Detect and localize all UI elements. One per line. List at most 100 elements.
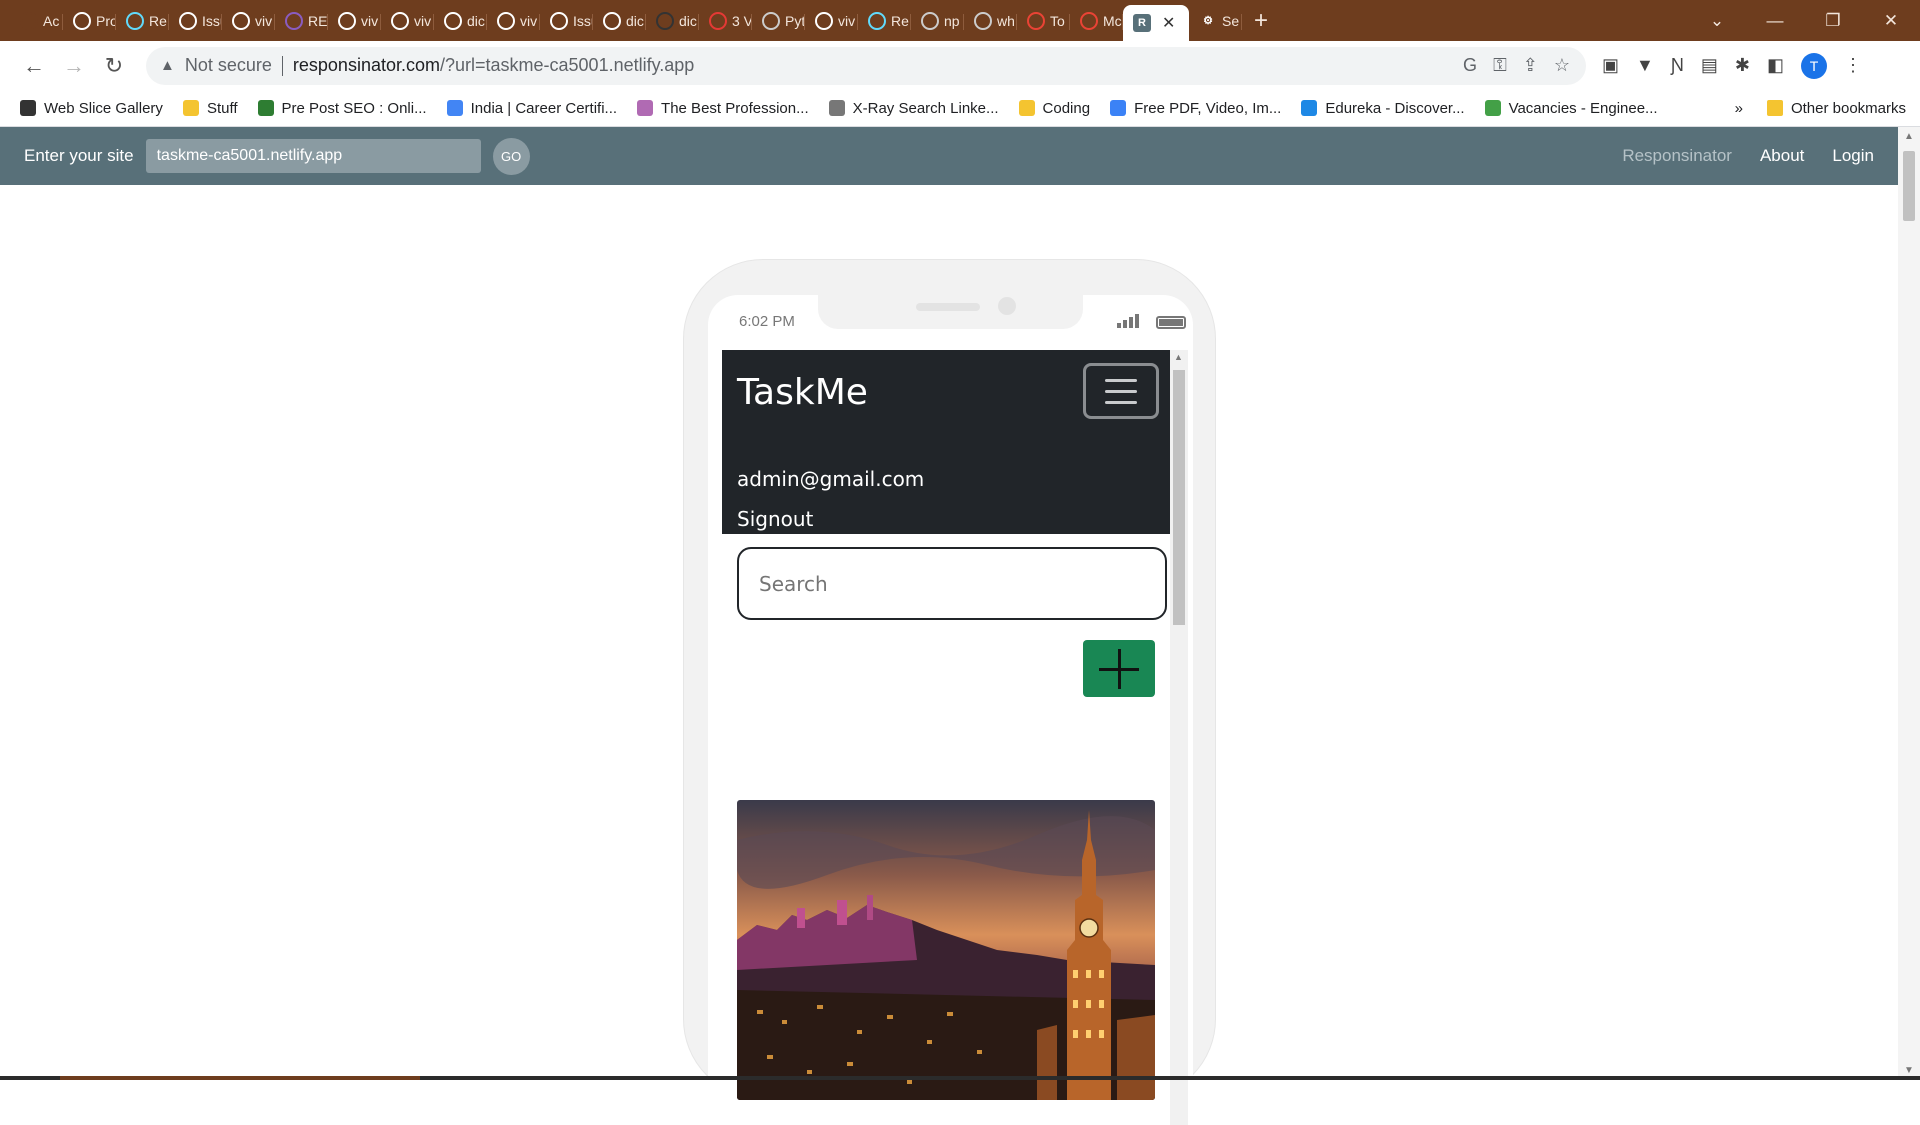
redux-icon	[285, 11, 303, 30]
more-bookmarks-icon[interactable]: »	[1735, 100, 1743, 117]
signout-link[interactable]: Signout	[737, 507, 813, 531]
bookmark-item[interactable]: Coding	[1018, 100, 1090, 117]
bookmark-item[interactable]: Web Slice Gallery	[20, 100, 163, 117]
go-button[interactable]: GO	[492, 137, 530, 175]
page-scrollbar[interactable]: ▲ ▼	[1898, 127, 1920, 1080]
tab-item[interactable]: To	[1017, 4, 1070, 38]
app-scrollbar[interactable]: ▲	[1170, 350, 1188, 1125]
site-input-label: Enter your site	[24, 146, 134, 165]
google-lens-icon[interactable]: G	[1463, 55, 1477, 76]
tab-item[interactable]: dic	[434, 4, 487, 38]
tab-item[interactable]: Ac	[10, 4, 63, 38]
bookmark-label: Stuff	[206, 99, 238, 117]
extension-n-icon[interactable]: Ɲ	[1671, 55, 1684, 76]
tab-item[interactable]: viv	[487, 4, 540, 38]
scroll-down-icon[interactable]: ▼	[1904, 1065, 1914, 1076]
warning-icon[interactable]: ▲	[160, 57, 175, 74]
window-controls: ⌄ — ❐ ✕	[1688, 0, 1920, 41]
new-tab-button[interactable]: +	[1254, 7, 1284, 35]
bookmark-label: India | Career Certifi...	[470, 99, 618, 117]
browser-tab-strip: Ac Pro Re Issu viv RE viv viv dic viv Issu dic dic 3 …	[0, 0, 1920, 41]
tab-label: RE	[308, 12, 328, 29]
status-time: 6:02 PM	[739, 313, 795, 330]
key-icon[interactable]: ⚿	[1493, 55, 1507, 76]
puzzle-icon[interactable]: ✱	[1735, 55, 1750, 76]
tab-active-responsinator[interactable]: R ✕	[1123, 5, 1189, 41]
restore-icon[interactable]: ❐	[1804, 11, 1862, 31]
close-tab-icon[interactable]: ✕	[1162, 13, 1175, 33]
profile-avatar[interactable]: T	[1800, 52, 1827, 79]
tab-item[interactable]: 3 V	[699, 4, 752, 38]
bookmarks-right: » Other bookmarks	[1735, 100, 1920, 117]
user-email[interactable]: admin@gmail.com	[737, 467, 924, 491]
menu-toggle-button[interactable]	[1083, 363, 1159, 419]
share-icon[interactable]: ⇪	[1523, 55, 1538, 76]
phone-status-bar: 6:02 PM	[708, 295, 1193, 350]
tab-item[interactable]: viv	[381, 4, 434, 38]
other-bookmarks[interactable]: Other bookmarks	[1766, 100, 1906, 117]
url-text[interactable]: responsinator.com/?url=taskme-ca5001.net…	[293, 55, 694, 76]
github-icon	[73, 11, 91, 30]
tab-item[interactable]: RE	[275, 4, 328, 38]
react-icon	[868, 11, 886, 30]
bookmark-item[interactable]: Stuff	[182, 99, 238, 117]
bookmark-item[interactable]: India | Career Certifi...	[446, 99, 618, 117]
nav-about[interactable]: About	[1760, 146, 1804, 166]
back-button[interactable]: ←	[14, 48, 54, 84]
tab-item[interactable]: dic	[593, 4, 646, 38]
tab-item[interactable]: viv	[805, 4, 858, 38]
tab-settings[interactable]: ⚙ Se	[1189, 4, 1242, 38]
tab-item[interactable]: np	[911, 4, 964, 38]
tab-item[interactable]: viv	[328, 4, 381, 38]
add-task-button[interactable]	[1083, 640, 1155, 697]
kebab-menu-icon[interactable]: ⋮	[1844, 55, 1862, 76]
page-scroll-thumb[interactable]	[1903, 151, 1915, 221]
extension-v-icon[interactable]: ▼	[1636, 55, 1654, 76]
bookmark-item[interactable]: Free PDF, Video, Im...	[1110, 100, 1281, 117]
nav-responsinator[interactable]: Responsinator	[1622, 146, 1732, 166]
forward-button[interactable]: →	[54, 48, 94, 84]
tab-label: Pyt	[785, 12, 805, 29]
github-icon	[656, 11, 674, 30]
tab-item[interactable]: wh	[964, 4, 1017, 38]
video-icon	[709, 11, 727, 30]
github-icon	[603, 11, 621, 30]
extension-r-icon[interactable]: ▣	[1602, 55, 1619, 76]
address-bar[interactable]: ▲ Not secure responsinator.com/?url=task…	[146, 46, 1586, 85]
tab-item[interactable]: Mc	[1070, 4, 1123, 38]
bookmark-star-icon[interactable]: ☆	[1554, 55, 1570, 76]
tab-item[interactable]: dic	[646, 4, 699, 38]
tab-item[interactable]: viv	[222, 4, 275, 38]
bookmark-favicon-icon	[257, 100, 274, 116]
security-label[interactable]: Not secure	[185, 55, 272, 76]
hamburger-icon	[1105, 378, 1137, 382]
extension-b-icon[interactable]: ▤	[1701, 55, 1718, 76]
bookmark-item[interactable]: Vacancies - Enginee...	[1484, 100, 1658, 117]
app-brand[interactable]: TaskMe	[737, 372, 868, 413]
tab-item[interactable]: Re	[858, 4, 911, 38]
close-window-icon[interactable]: ✕	[1862, 11, 1920, 31]
tab-item[interactable]: Pyt	[752, 4, 805, 38]
site-url-input[interactable]	[145, 139, 481, 173]
tab-item[interactable]: Issu	[169, 4, 222, 38]
tab-search-icon[interactable]: ⌄	[1688, 11, 1746, 31]
nav-login[interactable]: Login	[1832, 146, 1874, 166]
github-icon	[232, 11, 250, 30]
scroll-up-icon[interactable]: ▲	[1904, 131, 1914, 142]
reload-button[interactable]: ↻	[94, 48, 134, 84]
tab-item[interactable]: Pro	[63, 4, 116, 38]
tab-item[interactable]: Re	[116, 4, 169, 38]
bookmark-item[interactable]: Pre Post SEO : Onli...	[257, 100, 427, 117]
bookmark-item[interactable]: X-Ray Search Linke...	[828, 100, 999, 117]
scroll-up-icon[interactable]: ▲	[1174, 352, 1183, 362]
tab-item[interactable]: Issu	[540, 4, 593, 38]
app-scroll-thumb[interactable]	[1173, 370, 1185, 625]
minimize-icon[interactable]: —	[1746, 11, 1804, 31]
bookmark-item[interactable]: Edureka - Discover...	[1301, 100, 1465, 117]
signal-icon	[1117, 313, 1139, 328]
search-input[interactable]	[737, 547, 1167, 620]
bookmark-item[interactable]: The Best Profession...	[637, 100, 809, 117]
phone-notch	[818, 295, 1083, 329]
side-panel-icon[interactable]: ◧	[1767, 55, 1784, 76]
tab-label: viv	[838, 12, 856, 29]
